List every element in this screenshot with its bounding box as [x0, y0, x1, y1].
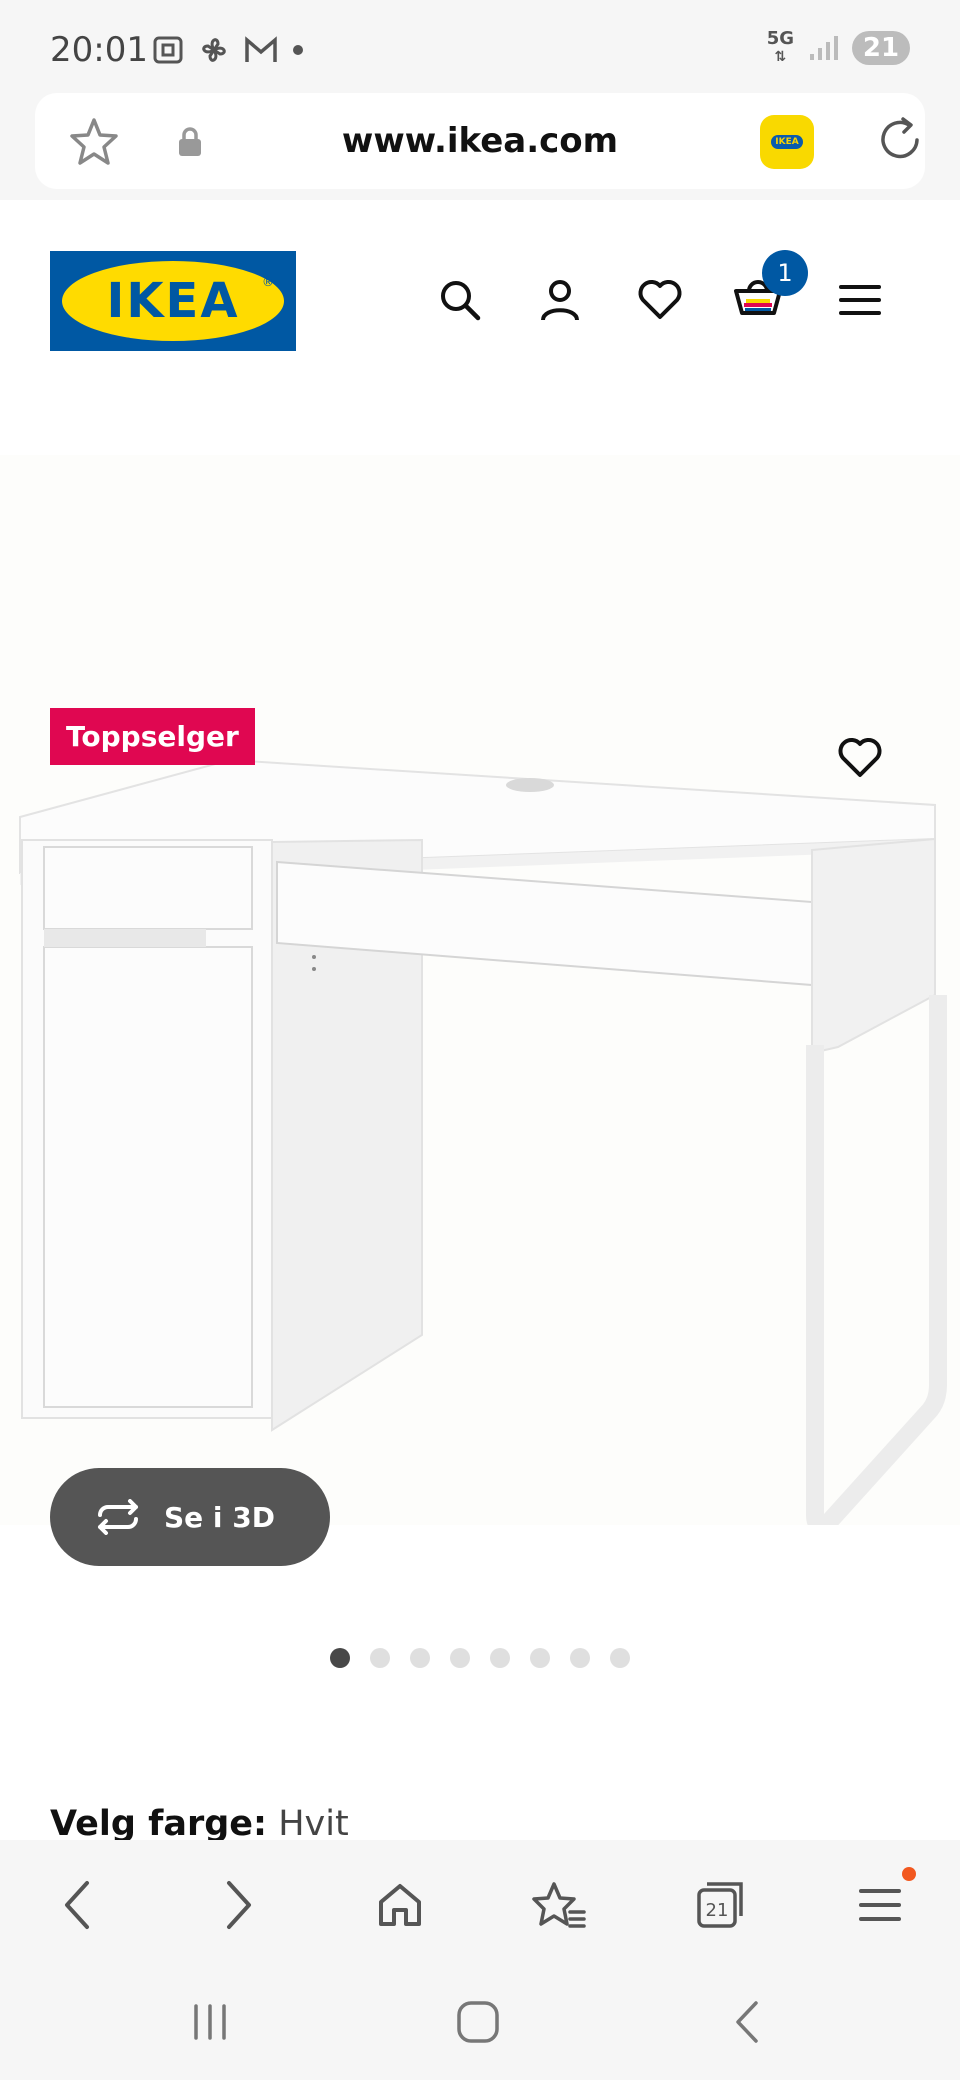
gmail-icon [245, 36, 277, 62]
signal-icon [810, 36, 838, 60]
back-nav-button[interactable] [712, 1992, 782, 2052]
system-navigation-bar [0, 1970, 960, 2080]
address-bar[interactable]: www.ikea.com IKEA [35, 93, 925, 189]
status-bar: 20:01 5G ⇅ 21 [0, 0, 960, 96]
rotate-3d-icon [98, 1499, 138, 1535]
cart-count-badge: 1 [762, 250, 808, 296]
logo-text: IKEA [106, 273, 240, 329]
screenshot-icon [153, 36, 183, 64]
back-button[interactable] [42, 1870, 112, 1940]
reload-icon[interactable] [873, 113, 927, 167]
home-nav-icon [457, 2001, 499, 2043]
pagination-dot[interactable] [490, 1648, 510, 1668]
browser-toolbar: 21 [0, 1840, 960, 1970]
recent-apps-icon [194, 2004, 226, 2040]
bookmarks-star-icon [532, 1882, 586, 1928]
pagination-dot[interactable] [370, 1648, 390, 1668]
pagination-dot[interactable] [530, 1648, 550, 1668]
tabs-count: 21 [706, 1900, 729, 1921]
image-pagination [0, 1648, 960, 1668]
pagination-dot[interactable] [450, 1648, 470, 1668]
forward-button[interactable] [204, 1870, 274, 1940]
home-nav-button[interactable] [443, 1992, 513, 2052]
chevron-left-icon [65, 1881, 89, 1929]
add-to-favourites-icon[interactable] [832, 730, 888, 786]
notification-dot [902, 1867, 916, 1881]
chevron-right-icon [227, 1881, 251, 1929]
tabs-icon: 21 [697, 1882, 743, 1928]
recent-apps-button[interactable] [175, 1992, 245, 2052]
status-time: 20:01 [50, 30, 148, 70]
desk-illustration [19, 758, 947, 1535]
dot-icon [293, 45, 303, 55]
color-selector-heading: Velg farge: Hvit [50, 1804, 349, 1840]
ikea-app-icon[interactable]: IKEA [760, 115, 814, 169]
web-page: IKEA ® 1 Toppselger Se i 3D Velg farge: … [0, 200, 960, 1840]
user-icon[interactable] [532, 272, 588, 328]
notification-icons [152, 34, 304, 66]
color-value: Hvit [278, 1804, 349, 1840]
browser-menu-button[interactable] [845, 1870, 915, 1940]
tabs-button[interactable]: 21 [685, 1870, 755, 1940]
view-in-3d-button[interactable]: Se i 3D [50, 1468, 330, 1566]
color-label: Velg farge: [50, 1804, 268, 1840]
view-in-3d-label: Se i 3D [164, 1500, 275, 1534]
product-image[interactable] [0, 455, 960, 1535]
pagination-dot[interactable] [570, 1648, 590, 1668]
top-seller-badge: Toppselger [50, 708, 255, 765]
back-nav-icon [736, 2001, 758, 2043]
pagination-dot[interactable] [330, 1648, 350, 1668]
menu-icon[interactable] [832, 272, 888, 328]
battery-indicator: 21 [852, 31, 910, 65]
network-indicator: 5G ⇅ [766, 28, 794, 66]
bookmarks-button[interactable] [524, 1870, 594, 1940]
menu-icon [859, 1889, 901, 1921]
favourites-icon[interactable] [632, 272, 688, 328]
fan-icon [202, 38, 226, 62]
pagination-dot[interactable] [410, 1648, 430, 1668]
search-icon[interactable] [432, 272, 488, 328]
home-icon [379, 1884, 421, 1926]
home-button[interactable] [365, 1870, 435, 1940]
pagination-dot[interactable] [610, 1648, 630, 1668]
ikea-logo[interactable]: IKEA ® [50, 251, 296, 351]
